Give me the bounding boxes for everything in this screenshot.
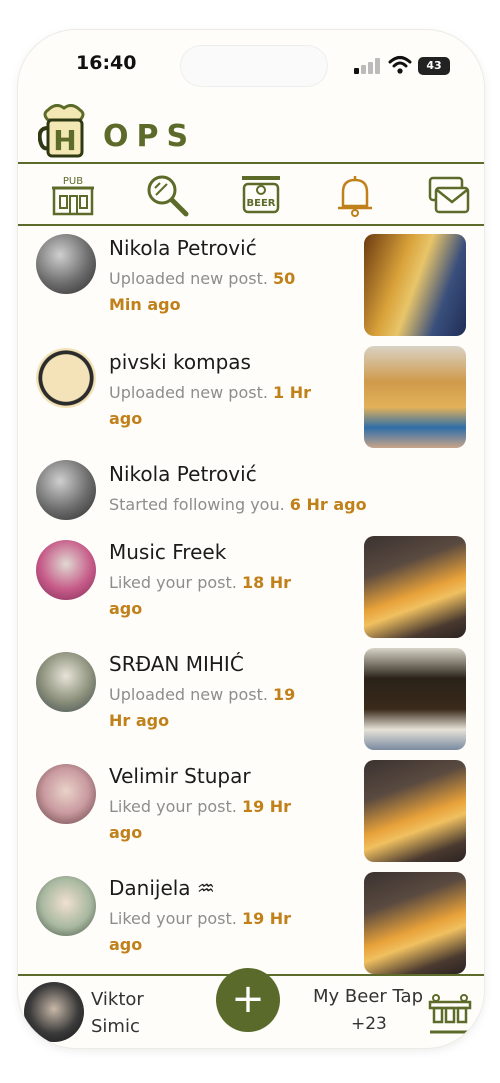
profile-name[interactable]: Viktor Simic — [91, 986, 161, 1040]
pub-icon[interactable]: PUB — [50, 172, 96, 218]
avatar[interactable] — [36, 460, 96, 520]
wifi-icon — [388, 56, 412, 74]
user-name[interactable]: SRĐAN MIHIĆ — [109, 652, 244, 676]
user-name[interactable]: Nikola Petrović — [109, 236, 257, 260]
post-thumbnail[interactable] — [364, 234, 466, 336]
add-post-button[interactable]: + — [216, 968, 280, 1032]
post-thumbnail[interactable] — [364, 648, 466, 750]
avatar[interactable] — [36, 540, 96, 600]
app-logo: H OPS — [38, 102, 238, 162]
post-thumbnail[interactable] — [364, 872, 466, 974]
notification-text: Liked your post. 19 Hr ago — [109, 909, 292, 954]
svg-text:H: H — [53, 124, 76, 157]
my-beer-tap-label[interactable]: My Beer Tap — [313, 986, 423, 1007]
cellular-signal-icon — [354, 58, 380, 74]
bottom-bar: Viktor Simic + My Beer Tap +23 — [18, 968, 484, 1048]
post-thumbnail[interactable] — [364, 536, 466, 638]
user-name[interactable]: Nikola Petrović — [109, 462, 257, 486]
avatar[interactable] — [36, 876, 96, 936]
user-name[interactable]: Danijela ♒ — [109, 876, 215, 900]
divider — [18, 224, 484, 226]
battery-icon: 43 — [418, 57, 450, 75]
app-name: OPS — [103, 119, 197, 154]
user-name[interactable]: pivski kompas — [109, 350, 251, 374]
search-icon[interactable] — [144, 172, 190, 218]
notification-text: Started following you. 6 Hr ago — [109, 495, 367, 514]
beer-label: BEER — [247, 198, 276, 209]
profile-avatar[interactable] — [24, 982, 84, 1042]
pub-label: PUB — [63, 176, 83, 187]
user-name[interactable]: Music Freek — [109, 540, 226, 564]
status-bar: 16:40 43 — [18, 30, 484, 100]
bell-icon[interactable] — [332, 172, 378, 218]
dynamic-island — [180, 45, 328, 87]
notification-text: Liked your post. 19 Hr ago — [109, 797, 292, 842]
avatar[interactable] — [36, 764, 96, 824]
beer-tap-icon[interactable] — [428, 992, 472, 1036]
post-thumbnail[interactable] — [364, 760, 466, 862]
beer-mug-logo-icon: H — [38, 104, 85, 158]
avatar[interactable] — [36, 348, 96, 408]
notification-text: Uploaded new post. 50 Min ago — [109, 269, 296, 314]
top-nav: PUB BEER — [18, 168, 484, 224]
tap-count: +23 — [351, 1014, 387, 1034]
notification-text: Liked your post. 18 Hr ago — [109, 573, 292, 618]
clock: 16:40 — [76, 52, 137, 74]
beer-sign-icon[interactable]: BEER — [238, 172, 284, 218]
avatar[interactable] — [36, 652, 96, 712]
avatar[interactable] — [36, 234, 96, 294]
post-thumbnail[interactable] — [364, 346, 466, 448]
messages-icon[interactable] — [426, 172, 472, 218]
divider — [18, 162, 484, 164]
notification-text: Uploaded new post. 1 Hr ago — [109, 383, 312, 428]
notification-text: Uploaded new post. 19 Hr ago — [109, 685, 296, 730]
phone-screen: 16:40 43 H OPS PUB BEER Nikola Petrović … — [18, 30, 484, 1048]
user-name[interactable]: Velimir Stupar — [109, 764, 251, 788]
